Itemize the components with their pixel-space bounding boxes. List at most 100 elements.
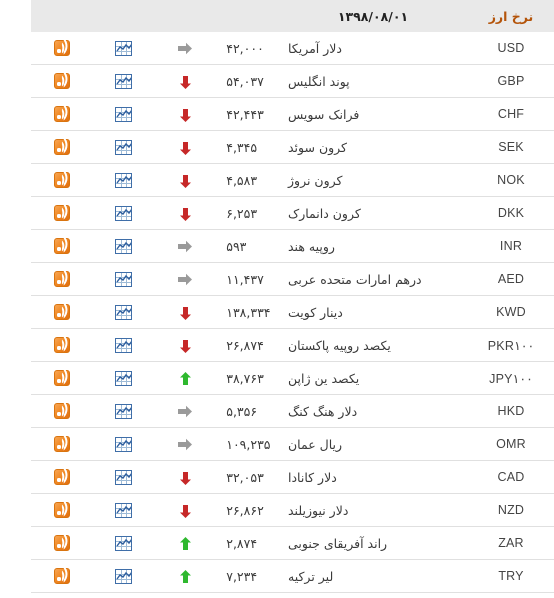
rss-link-cell[interactable] bbox=[31, 361, 93, 395]
arrow-right-icon bbox=[177, 42, 192, 56]
rss-link-cell[interactable] bbox=[31, 394, 93, 428]
column-header-rss bbox=[31, 0, 93, 32]
chart-link-cell[interactable] bbox=[92, 295, 155, 329]
currency-rate-cell: ۵۹۳ bbox=[216, 229, 278, 263]
rss-feed-icon[interactable] bbox=[53, 302, 73, 321]
rss-feed-icon[interactable] bbox=[53, 236, 73, 255]
rss-link-cell[interactable] bbox=[31, 262, 93, 296]
currency-code-cell: KWD bbox=[468, 295, 554, 329]
column-header-date: ۱۳۹۸/۰۸/۰۱ bbox=[278, 0, 468, 32]
rss-link-cell[interactable] bbox=[31, 295, 93, 329]
trend-indicator-cell bbox=[154, 163, 217, 197]
chart-link-cell[interactable] bbox=[92, 526, 155, 560]
currency-rate-cell: ۶,۲۵۳ bbox=[216, 196, 278, 230]
currency-code-cell: TRY bbox=[468, 559, 554, 593]
chart-link-cell[interactable] bbox=[92, 427, 155, 461]
table-row: USD دلار آمریکا ۴۲,۰۰۰ bbox=[31, 32, 554, 65]
trend-indicator-cell bbox=[154, 427, 217, 461]
chart-icon[interactable] bbox=[115, 173, 133, 188]
rss-link-cell[interactable] bbox=[31, 97, 93, 131]
table-row: NZD دلار نیوزیلند ۲۶,۸۶۲ bbox=[31, 493, 554, 527]
chart-icon[interactable] bbox=[115, 74, 133, 89]
currency-rate-cell: ۷,۲۳۴ bbox=[216, 559, 278, 593]
rss-link-cell[interactable] bbox=[31, 559, 93, 593]
chart-icon[interactable] bbox=[115, 41, 133, 56]
rss-link-cell[interactable] bbox=[31, 460, 93, 494]
currency-name-cell: لیر ترکیه bbox=[278, 559, 468, 593]
chart-icon[interactable] bbox=[115, 107, 133, 122]
chart-icon[interactable] bbox=[115, 206, 133, 221]
rss-feed-icon[interactable] bbox=[53, 38, 73, 57]
chart-icon[interactable] bbox=[115, 404, 133, 419]
rss-feed-icon[interactable] bbox=[53, 170, 73, 189]
table-row: INR روپیه هند ۵۹۳ bbox=[31, 229, 554, 263]
currency-name-cell: کرون سوئد bbox=[278, 130, 468, 164]
chart-icon[interactable] bbox=[115, 470, 133, 485]
rss-feed-icon[interactable] bbox=[53, 104, 73, 123]
trend-indicator-cell bbox=[154, 97, 217, 131]
trend-indicator-cell bbox=[154, 526, 217, 560]
rss-link-cell[interactable] bbox=[31, 32, 93, 65]
currency-code-cell: CAD bbox=[468, 460, 554, 494]
rss-feed-icon[interactable] bbox=[53, 401, 73, 420]
chart-icon[interactable] bbox=[115, 338, 133, 353]
chart-icon[interactable] bbox=[115, 503, 133, 518]
chart-link-cell[interactable] bbox=[92, 460, 155, 494]
chart-link-cell[interactable] bbox=[92, 493, 155, 527]
rss-feed-icon[interactable] bbox=[53, 434, 73, 453]
rss-feed-icon[interactable] bbox=[53, 71, 73, 90]
chart-link-cell[interactable] bbox=[92, 196, 155, 230]
chart-link-cell[interactable] bbox=[92, 64, 155, 98]
trend-indicator-cell bbox=[154, 64, 217, 98]
chart-link-cell[interactable] bbox=[92, 229, 155, 263]
rss-feed-icon[interactable] bbox=[53, 203, 73, 222]
table-header-row: نرخ ارز ۱۳۹۸/۰۸/۰۱ bbox=[31, 0, 554, 32]
rss-feed-icon[interactable] bbox=[53, 335, 73, 354]
chart-link-cell[interactable] bbox=[92, 361, 155, 395]
rss-link-cell[interactable] bbox=[31, 229, 93, 263]
chart-link-cell[interactable] bbox=[92, 262, 155, 296]
arrow-right-icon bbox=[177, 240, 192, 254]
chart-icon[interactable] bbox=[115, 272, 133, 287]
chart-link-cell[interactable] bbox=[92, 394, 155, 428]
chart-icon[interactable] bbox=[115, 305, 133, 320]
chart-icon[interactable] bbox=[115, 371, 133, 386]
rss-link-cell[interactable] bbox=[31, 64, 93, 98]
chart-icon[interactable] bbox=[115, 140, 133, 155]
column-header-currency-code: نرخ ارز bbox=[468, 0, 554, 32]
arrow-down-icon bbox=[179, 141, 192, 155]
chart-link-cell[interactable] bbox=[92, 97, 155, 131]
currency-code-cell: ZAR bbox=[468, 526, 554, 560]
chart-link-cell[interactable] bbox=[92, 32, 155, 65]
rss-feed-icon[interactable] bbox=[53, 368, 73, 387]
currency-rate-cell: ۴,۳۴۵ bbox=[216, 130, 278, 164]
chart-icon[interactable] bbox=[115, 437, 133, 452]
chart-link-cell[interactable] bbox=[92, 559, 155, 593]
chart-link-cell[interactable] bbox=[92, 163, 155, 197]
currency-rate-cell: ۱۳۸,۳۳۴ bbox=[216, 295, 278, 329]
arrow-up-icon bbox=[179, 569, 192, 584]
rss-link-cell[interactable] bbox=[31, 427, 93, 461]
chart-icon[interactable] bbox=[115, 536, 133, 551]
rss-feed-icon[interactable] bbox=[53, 500, 73, 519]
table-row: AED درهم امارات متحده عربی ۱۱,۴۳۷ bbox=[31, 262, 554, 296]
rss-link-cell[interactable] bbox=[31, 526, 93, 560]
chart-icon[interactable] bbox=[115, 569, 133, 584]
rss-feed-icon[interactable] bbox=[53, 137, 73, 156]
rss-feed-icon[interactable] bbox=[53, 533, 73, 552]
rss-link-cell[interactable] bbox=[31, 163, 93, 197]
currency-name-cell: دلار کانادا bbox=[278, 460, 468, 494]
arrow-down-icon bbox=[179, 108, 192, 122]
rss-feed-icon[interactable] bbox=[53, 566, 73, 585]
rss-link-cell[interactable] bbox=[31, 328, 93, 362]
column-header-chart bbox=[92, 0, 155, 32]
rss-feed-icon[interactable] bbox=[53, 269, 73, 288]
chart-icon[interactable] bbox=[115, 239, 133, 254]
rss-link-cell[interactable] bbox=[31, 196, 93, 230]
chart-link-cell[interactable] bbox=[92, 130, 155, 164]
currency-code-cell: PKR۱۰۰ bbox=[468, 328, 554, 362]
rss-feed-icon[interactable] bbox=[53, 467, 73, 486]
rss-link-cell[interactable] bbox=[31, 130, 93, 164]
rss-link-cell[interactable] bbox=[31, 493, 93, 527]
chart-link-cell[interactable] bbox=[92, 328, 155, 362]
